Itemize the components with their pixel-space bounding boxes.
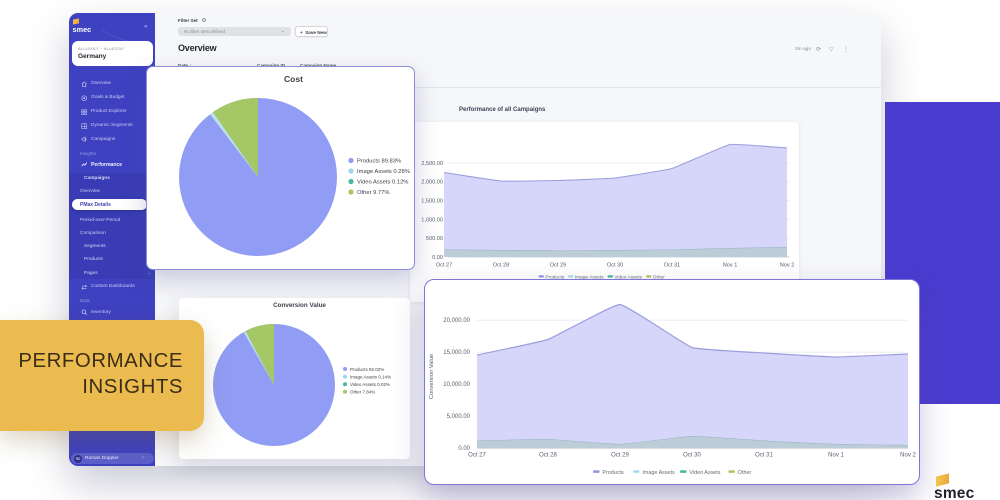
svg-text:20,000.00: 20,000.00 bbox=[443, 318, 470, 324]
svg-text:Oct 27: Oct 27 bbox=[468, 453, 486, 459]
svg-text:Oct 31: Oct 31 bbox=[755, 453, 773, 459]
svg-text:0.00: 0.00 bbox=[458, 446, 470, 452]
svg-text:Image Assets 0.14%: Image Assets 0.14% bbox=[350, 374, 391, 379]
svg-text:Video Assets: Video Assets bbox=[689, 470, 720, 476]
svg-text:Products: Products bbox=[602, 470, 624, 476]
svg-text:Other 9.77%: Other 9.77% bbox=[357, 190, 390, 196]
svg-text:Video Assets 0.12%: Video Assets 0.12% bbox=[357, 180, 408, 186]
svg-text:Nov 2: Nov 2 bbox=[900, 453, 916, 459]
svg-text:Products 89.83%: Products 89.83% bbox=[357, 159, 401, 165]
svg-text:Oct 30: Oct 30 bbox=[607, 262, 623, 268]
svg-text:Conversion Value: Conversion Value bbox=[429, 354, 435, 399]
svg-text:Oct 28: Oct 28 bbox=[493, 262, 509, 268]
svg-text:Oct 27: Oct 27 bbox=[436, 262, 452, 268]
svg-text:10,000.00: 10,000.00 bbox=[443, 382, 470, 388]
svg-text:500.00: 500.00 bbox=[426, 236, 443, 242]
svg-text:Oct 28: Oct 28 bbox=[539, 453, 557, 459]
svg-text:2,500.00: 2,500.00 bbox=[421, 160, 443, 166]
svg-text:Nov 1: Nov 1 bbox=[723, 262, 738, 268]
svg-text:Image Assets: Image Assets bbox=[642, 470, 675, 476]
svg-text:Oct 29: Oct 29 bbox=[550, 262, 566, 268]
svg-text:Video Assets 0.02%: Video Assets 0.02% bbox=[350, 382, 390, 387]
svg-text:2,000.00: 2,000.00 bbox=[421, 179, 443, 185]
svg-text:Other 7.84%: Other 7.84% bbox=[350, 390, 375, 395]
svg-text:5,000.00: 5,000.00 bbox=[446, 414, 470, 420]
svg-text:Oct 29: Oct 29 bbox=[611, 453, 629, 459]
svg-text:Nov 1: Nov 1 bbox=[828, 453, 844, 459]
svg-text:Image Assets 0.28%: Image Assets 0.28% bbox=[357, 169, 410, 175]
svg-text:Other: Other bbox=[737, 470, 751, 476]
svg-text:Oct 31: Oct 31 bbox=[664, 262, 680, 268]
svg-text:Nov 2: Nov 2 bbox=[780, 262, 795, 268]
svg-text:Products 92.02%: Products 92.02% bbox=[350, 367, 384, 372]
svg-text:Oct 30: Oct 30 bbox=[683, 453, 701, 459]
svg-text:15,000.00: 15,000.00 bbox=[443, 350, 470, 356]
svg-text:0.00: 0.00 bbox=[432, 254, 443, 260]
svg-text:1,500.00: 1,500.00 bbox=[421, 198, 443, 204]
svg-text:1,000.00: 1,000.00 bbox=[421, 217, 443, 223]
